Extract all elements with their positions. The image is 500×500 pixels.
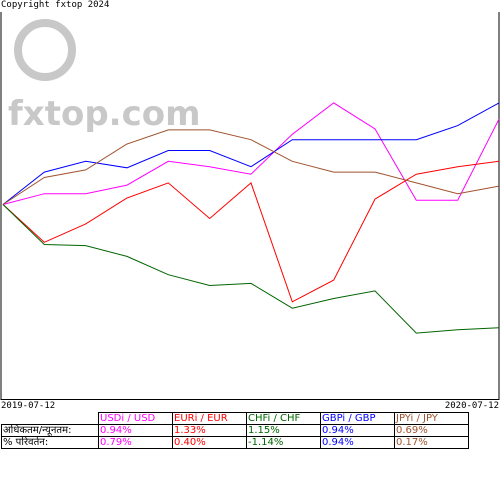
currency-header: EURi / EUR: [172, 412, 247, 425]
change-value: 0.17%: [394, 436, 469, 449]
stats-change-row: % परिवर्तन: 0.79% 0.40% -1.14% 0.94% 0.1…: [1, 436, 469, 449]
smiley-face-icon: [14, 19, 76, 81]
change-value: 0.79%: [98, 436, 173, 449]
maxmin-value: 0.94%: [98, 424, 173, 437]
maxmin-label: अधिकतम/न्यूनतम:: [1, 424, 99, 437]
stats-header-row: USDi / USD EURi / EUR CHFi / CHF GBPi / …: [1, 412, 469, 425]
stats-corner: [1, 412, 99, 425]
chart: fxtop.com: [0, 12, 500, 400]
x-axis-start-label: 2019-07-12: [1, 401, 56, 411]
change-label: % परिवर्तन:: [1, 436, 99, 449]
stats-table: USDi / USD EURi / EUR CHFi / CHF GBPi / …: [1, 412, 469, 449]
maxmin-value: 1.33%: [172, 424, 247, 437]
maxmin-value: 1.15%: [246, 424, 321, 437]
currency-header: CHFi / CHF: [246, 412, 321, 425]
series-line-chfi: [2, 204, 500, 334]
change-value: 0.40%: [172, 436, 247, 449]
change-value: -1.14%: [246, 436, 321, 449]
currency-header: USDi / USD: [98, 412, 173, 425]
series-line-euri: [2, 160, 500, 303]
copyright-text: Copyright fxtop 2024: [1, 0, 110, 10]
x-axis-end-label: 2020-07-12: [444, 401, 499, 411]
maxmin-value: 0.94%: [320, 424, 395, 437]
maxmin-value: 0.69%: [394, 424, 469, 437]
currency-header: JPYi / JPY: [394, 412, 469, 425]
watermark-text: fxtop.com: [8, 94, 201, 134]
fxtop-logo: fxtop.com: [8, 19, 201, 134]
series-layer: [2, 102, 500, 334]
stats-maxmin-row: अधिकतम/न्यूनतम: 0.94% 1.33% 1.15% 0.94% …: [1, 424, 469, 437]
change-value: 0.94%: [320, 436, 395, 449]
currency-header: GBPi / GBP: [320, 412, 395, 425]
